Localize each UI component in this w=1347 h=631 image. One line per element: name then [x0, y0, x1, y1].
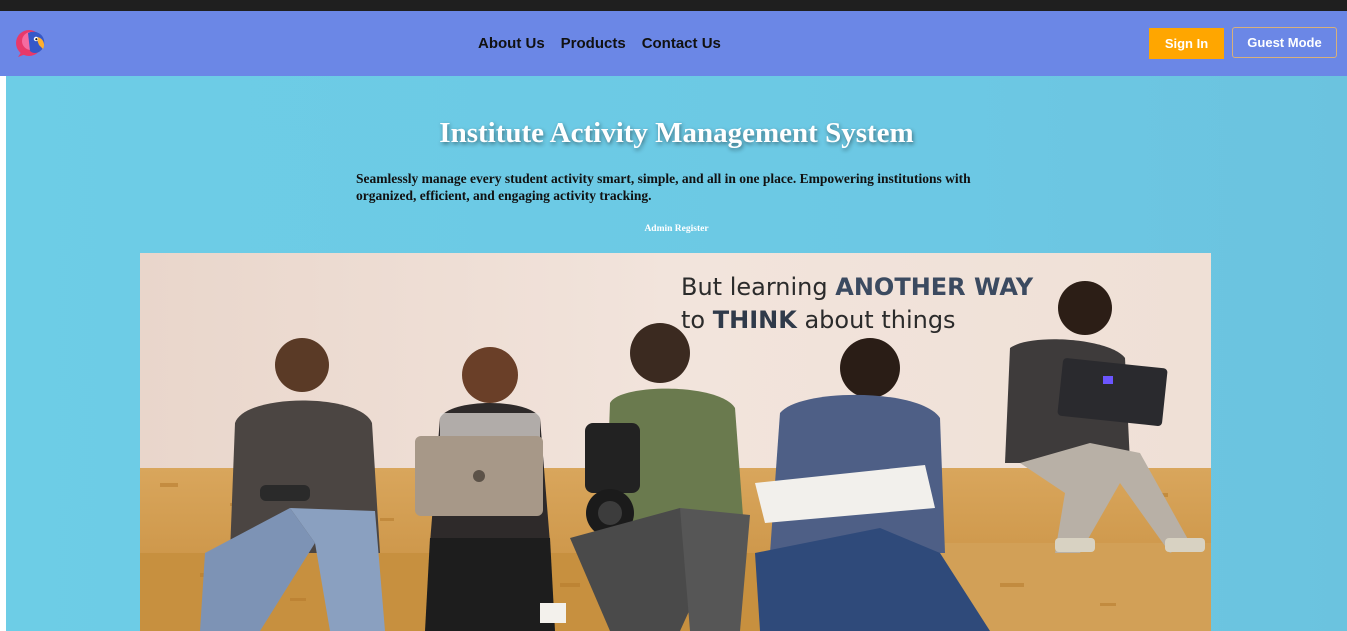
page-title: Institute Activity Management System [439, 117, 914, 149]
caption-line1-prefix: But learning [681, 273, 836, 301]
nav-link-about-us[interactable]: About Us [478, 35, 545, 52]
caption-line2-bold: THINK [712, 306, 797, 334]
sign-in-button[interactable]: Sign In [1149, 28, 1224, 59]
admin-register-link[interactable]: Admin Register [6, 224, 1347, 234]
caption-line2-prefix: to [681, 306, 713, 334]
hero-image-caption: But learning ANOTHER WAY to THINK about … [681, 271, 1033, 337]
hero-students-image: But learning ANOTHER WAY to THINK about … [140, 253, 1211, 631]
hero-description: Seamlessly manage every student activity… [356, 171, 971, 203]
hero-section: Institute Activity Management System Sea… [6, 76, 1347, 631]
main-nav: About Us Products Contact Us [478, 11, 721, 76]
parrot-logo-icon[interactable] [14, 27, 52, 59]
caption-line2-suffix: about things [796, 306, 956, 334]
browser-top-strip [0, 0, 1347, 11]
nav-link-products[interactable]: Products [561, 35, 626, 52]
guest-mode-button[interactable]: Guest Mode [1232, 27, 1337, 58]
caption-line1-bold: ANOTHER WAY [835, 273, 1034, 301]
nav-link-contact-us[interactable]: Contact Us [642, 35, 721, 52]
navbar: About Us Products Contact Us Sign In Gue… [0, 11, 1347, 76]
